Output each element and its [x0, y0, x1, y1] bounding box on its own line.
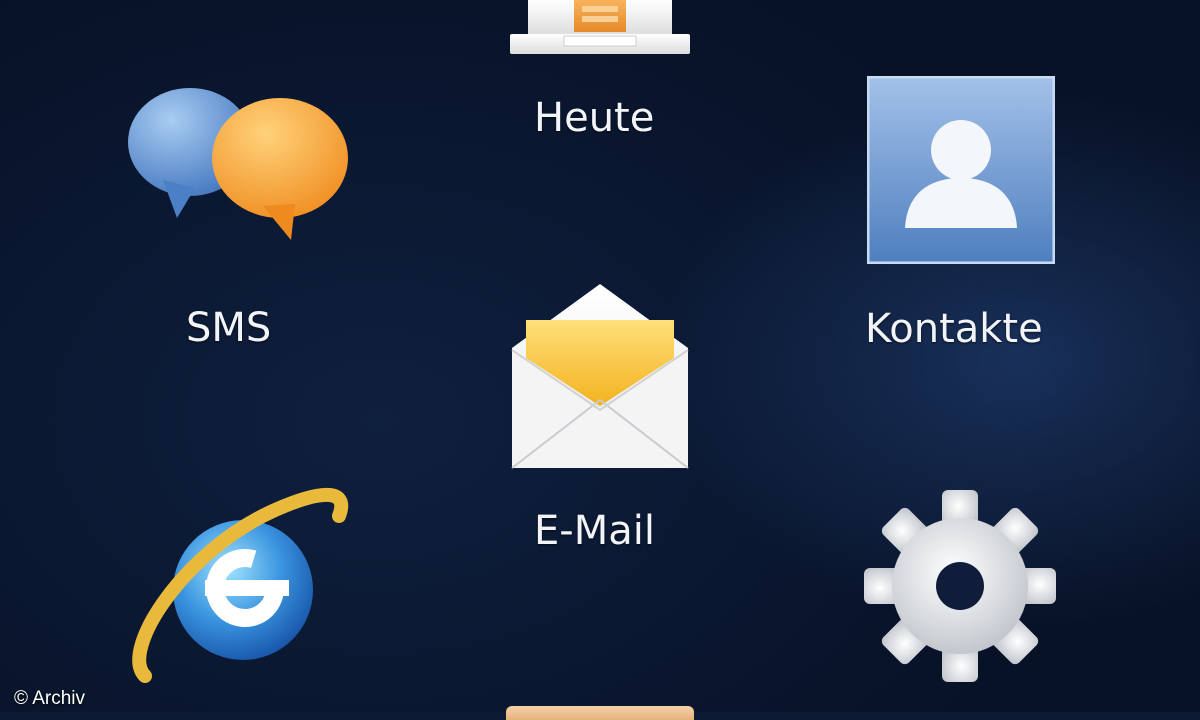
tile-sms-label: SMS	[186, 305, 272, 351]
tile-kontakte-label: Kontakte	[865, 306, 1043, 352]
tile-email-label: E-Mail	[534, 508, 655, 554]
tile-internet-explorer[interactable]	[125, 480, 355, 695]
sms-icon	[128, 88, 348, 240]
tile-sms[interactable]: SMS	[120, 80, 360, 355]
contacts-icon	[867, 76, 1055, 264]
settings-icon	[864, 490, 1056, 682]
image-credit: © Archiv	[14, 688, 86, 709]
tile-heute[interactable]: Heute	[490, 0, 710, 150]
tile-settings[interactable]	[862, 488, 1062, 688]
mail-icon	[511, 284, 689, 469]
internet-explorer-icon	[132, 487, 349, 683]
tile-kontakte[interactable]: Kontakte	[855, 76, 1070, 356]
partially-visible-tile-icon[interactable]	[506, 706, 694, 720]
tile-email[interactable]: E-Mail	[490, 280, 710, 560]
today-icon	[510, 0, 690, 54]
tile-heute-label: Heute	[534, 95, 655, 141]
